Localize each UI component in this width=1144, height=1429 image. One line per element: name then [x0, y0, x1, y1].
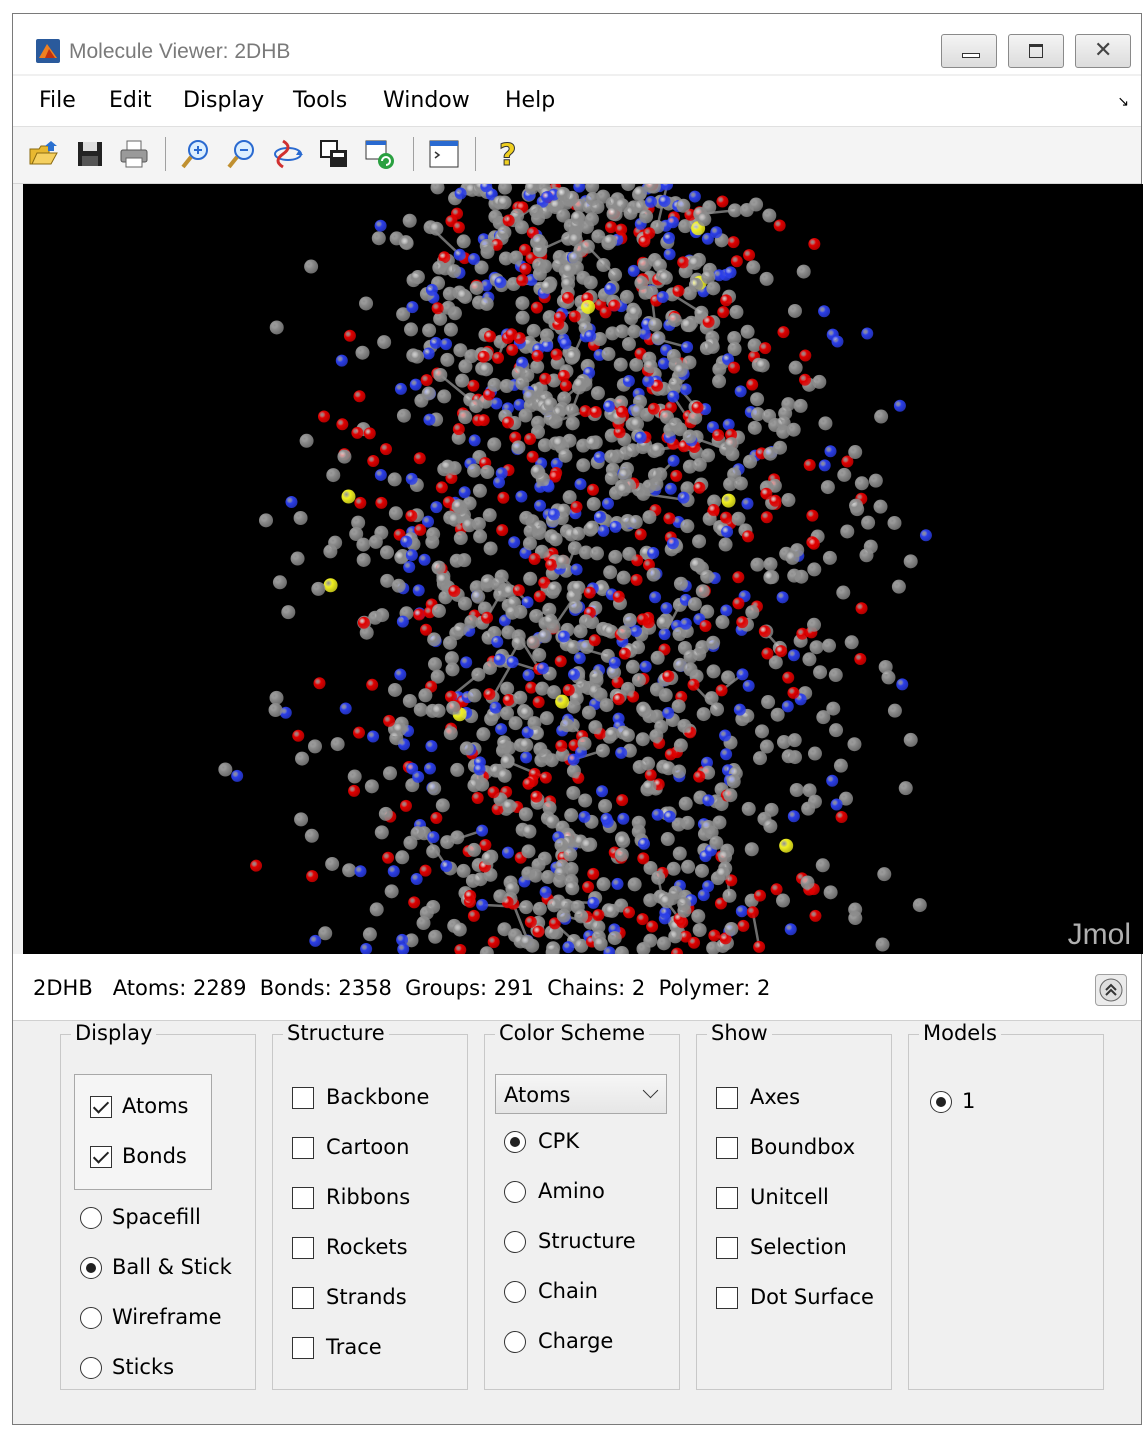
- wireframe-radio[interactable]: [80, 1307, 102, 1329]
- bonds-label: Bonds: [122, 1144, 187, 1168]
- charge-radio[interactable]: [504, 1331, 526, 1353]
- chain-radio[interactable]: [504, 1281, 526, 1303]
- ball-stick-radio[interactable]: [80, 1257, 102, 1279]
- rockets-label: Rockets: [326, 1235, 408, 1259]
- chevron-down-icon: [642, 1082, 659, 1099]
- dot-surface-label: Dot Surface: [750, 1285, 874, 1309]
- menu-dock-arrow-icon[interactable]: ↘: [1117, 94, 1129, 110]
- menu-tools[interactable]: Tools: [293, 88, 347, 113]
- unitcell-label: Unitcell: [750, 1185, 829, 1209]
- show-group-title: Show: [707, 1021, 772, 1045]
- copy-figure-icon[interactable]: [317, 137, 351, 171]
- collapse-button[interactable]: [1095, 974, 1127, 1006]
- color-scheme-select-value: Atoms: [504, 1083, 571, 1107]
- double-chevron-up-icon: [1099, 978, 1123, 1002]
- command-window-icon[interactable]: [427, 137, 461, 171]
- atoms-checkbox[interactable]: [90, 1096, 112, 1118]
- print-icon[interactable]: [117, 137, 151, 171]
- charge-label: Charge: [538, 1329, 614, 1353]
- color-scheme-group-title: Color Scheme: [495, 1021, 649, 1045]
- save-icon[interactable]: [73, 137, 107, 171]
- toolbar-separator: [165, 137, 166, 171]
- boundbox-checkbox[interactable]: [716, 1137, 738, 1159]
- refresh-icon[interactable]: [363, 137, 397, 171]
- amino-label: Amino: [538, 1179, 605, 1203]
- rotate-icon[interactable]: [271, 137, 305, 171]
- structure-color-label: Structure: [538, 1229, 636, 1253]
- molecule-3d-viewer[interactable]: Jmol: [23, 184, 1143, 954]
- help-icon[interactable]: ?: [491, 137, 525, 172]
- ball-stick-label: Ball & Stick: [112, 1255, 232, 1279]
- atoms-label: Atoms: [122, 1094, 189, 1118]
- boundbox-label: Boundbox: [750, 1135, 856, 1159]
- open-icon[interactable]: [27, 137, 61, 171]
- axes-label: Axes: [750, 1085, 801, 1109]
- maximize-icon: [1029, 44, 1043, 58]
- info-bar: 2DHB Atoms: 2289 Bonds: 2358 Groups: 291…: [13, 954, 1141, 1021]
- chain-label: Chain: [538, 1279, 598, 1303]
- models-group-title: Models: [919, 1021, 1001, 1045]
- molecule-render: [218, 184, 932, 954]
- atoms-bonds-box: [74, 1074, 212, 1190]
- dot-surface-checkbox[interactable]: [716, 1287, 738, 1309]
- models-group: Models: [908, 1021, 1104, 1390]
- structure-group-title: Structure: [283, 1021, 389, 1045]
- close-button[interactable]: ✕: [1075, 34, 1131, 68]
- strands-label: Strands: [326, 1285, 407, 1309]
- color-scheme-select[interactable]: Atoms: [495, 1074, 667, 1114]
- cpk-label: CPK: [538, 1129, 580, 1153]
- menu-display[interactable]: Display: [183, 88, 264, 113]
- display-group-title: Display: [71, 1021, 157, 1045]
- trace-checkbox[interactable]: [292, 1337, 314, 1359]
- menu-bar: File Edit Display Tools Window Help ↘: [13, 76, 1141, 126]
- maximize-button[interactable]: [1008, 34, 1064, 68]
- bonds-checkbox[interactable]: [90, 1146, 112, 1168]
- wireframe-label: Wireframe: [112, 1305, 222, 1329]
- minimize-icon: [962, 53, 980, 58]
- cartoon-label: Cartoon: [326, 1135, 410, 1159]
- sticks-label: Sticks: [112, 1355, 175, 1379]
- unitcell-checkbox[interactable]: [716, 1187, 738, 1209]
- minimize-button[interactable]: [941, 34, 997, 68]
- selection-checkbox[interactable]: [716, 1237, 738, 1259]
- spacefill-label: Spacefill: [112, 1205, 201, 1229]
- close-icon: ✕: [1094, 38, 1113, 63]
- atom-spheres: [218, 184, 932, 954]
- trace-label: Trace: [326, 1335, 382, 1359]
- cpk-radio[interactable]: [504, 1131, 526, 1153]
- zoom-in-icon[interactable]: [179, 137, 213, 171]
- matlab-app-icon: [36, 39, 60, 63]
- menu-file[interactable]: File: [39, 88, 76, 113]
- zoom-out-icon[interactable]: [225, 137, 259, 171]
- menu-window[interactable]: Window: [383, 88, 470, 113]
- amino-radio[interactable]: [504, 1181, 526, 1203]
- ribbons-label: Ribbons: [326, 1185, 411, 1209]
- svg-text:?: ?: [499, 138, 516, 171]
- backbone-checkbox[interactable]: [292, 1087, 314, 1109]
- structure-color-radio[interactable]: [504, 1231, 526, 1253]
- axes-checkbox[interactable]: [716, 1087, 738, 1109]
- backbone-label: Backbone: [326, 1085, 430, 1109]
- window-title: Molecule Viewer: 2DHB: [69, 40, 291, 63]
- ribbons-checkbox[interactable]: [292, 1187, 314, 1209]
- toolbar-separator: [475, 137, 476, 171]
- title-bar: Molecule Viewer: 2DHB ✕: [13, 14, 1141, 74]
- model-1-label: 1: [962, 1089, 976, 1113]
- toolbar-separator: [413, 137, 414, 171]
- jmol-watermark: Jmol: [1067, 918, 1131, 951]
- toolbar: ?: [13, 126, 1141, 184]
- cartoon-checkbox[interactable]: [292, 1137, 314, 1159]
- model-1-radio[interactable]: [930, 1091, 952, 1113]
- strands-checkbox[interactable]: [292, 1287, 314, 1309]
- menu-help[interactable]: Help: [505, 88, 555, 113]
- selection-label: Selection: [750, 1235, 847, 1259]
- sticks-radio[interactable]: [80, 1357, 102, 1379]
- rockets-checkbox[interactable]: [292, 1237, 314, 1259]
- spacefill-radio[interactable]: [80, 1207, 102, 1229]
- menu-edit[interactable]: Edit: [109, 88, 152, 113]
- molecule-info-text: 2DHB Atoms: 2289 Bonds: 2358 Groups: 291…: [33, 976, 771, 1000]
